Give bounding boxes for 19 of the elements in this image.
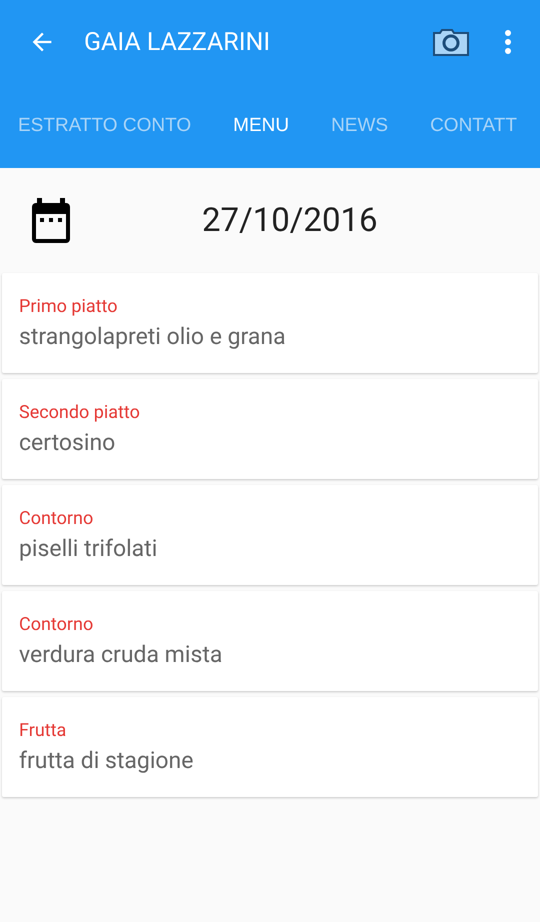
more-options-button[interactable] <box>504 29 512 55</box>
tab[interactable]: NEWS <box>331 115 388 137</box>
tab[interactable]: MENU <box>233 115 290 137</box>
dish-name: verdura cruda mista <box>19 641 224 668</box>
app-title: GAIA LAZZARINI <box>84 28 272 56</box>
calendar-icon[interactable] <box>30 198 72 244</box>
date-label: 27/10/2016 <box>202 201 378 240</box>
camera-button[interactable] <box>432 27 470 57</box>
dish-name: strangolapreti olio e grana <box>19 323 287 350</box>
dish-name: certosino <box>19 429 116 456</box>
course-category: Secondo piatto <box>19 402 141 423</box>
dish-name: frutta di stagione <box>19 747 194 774</box>
tab[interactable]: ESTRATTO CONTO <box>18 115 192 137</box>
course-category: Contorno <box>19 614 94 635</box>
course-category: Contorno <box>19 508 94 529</box>
tab[interactable]: CONTATT <box>430 115 517 137</box>
course-category: Primo piatto <box>19 296 118 317</box>
course-category: Frutta <box>19 720 68 741</box>
dish-name: piselli trifolati <box>19 535 158 562</box>
